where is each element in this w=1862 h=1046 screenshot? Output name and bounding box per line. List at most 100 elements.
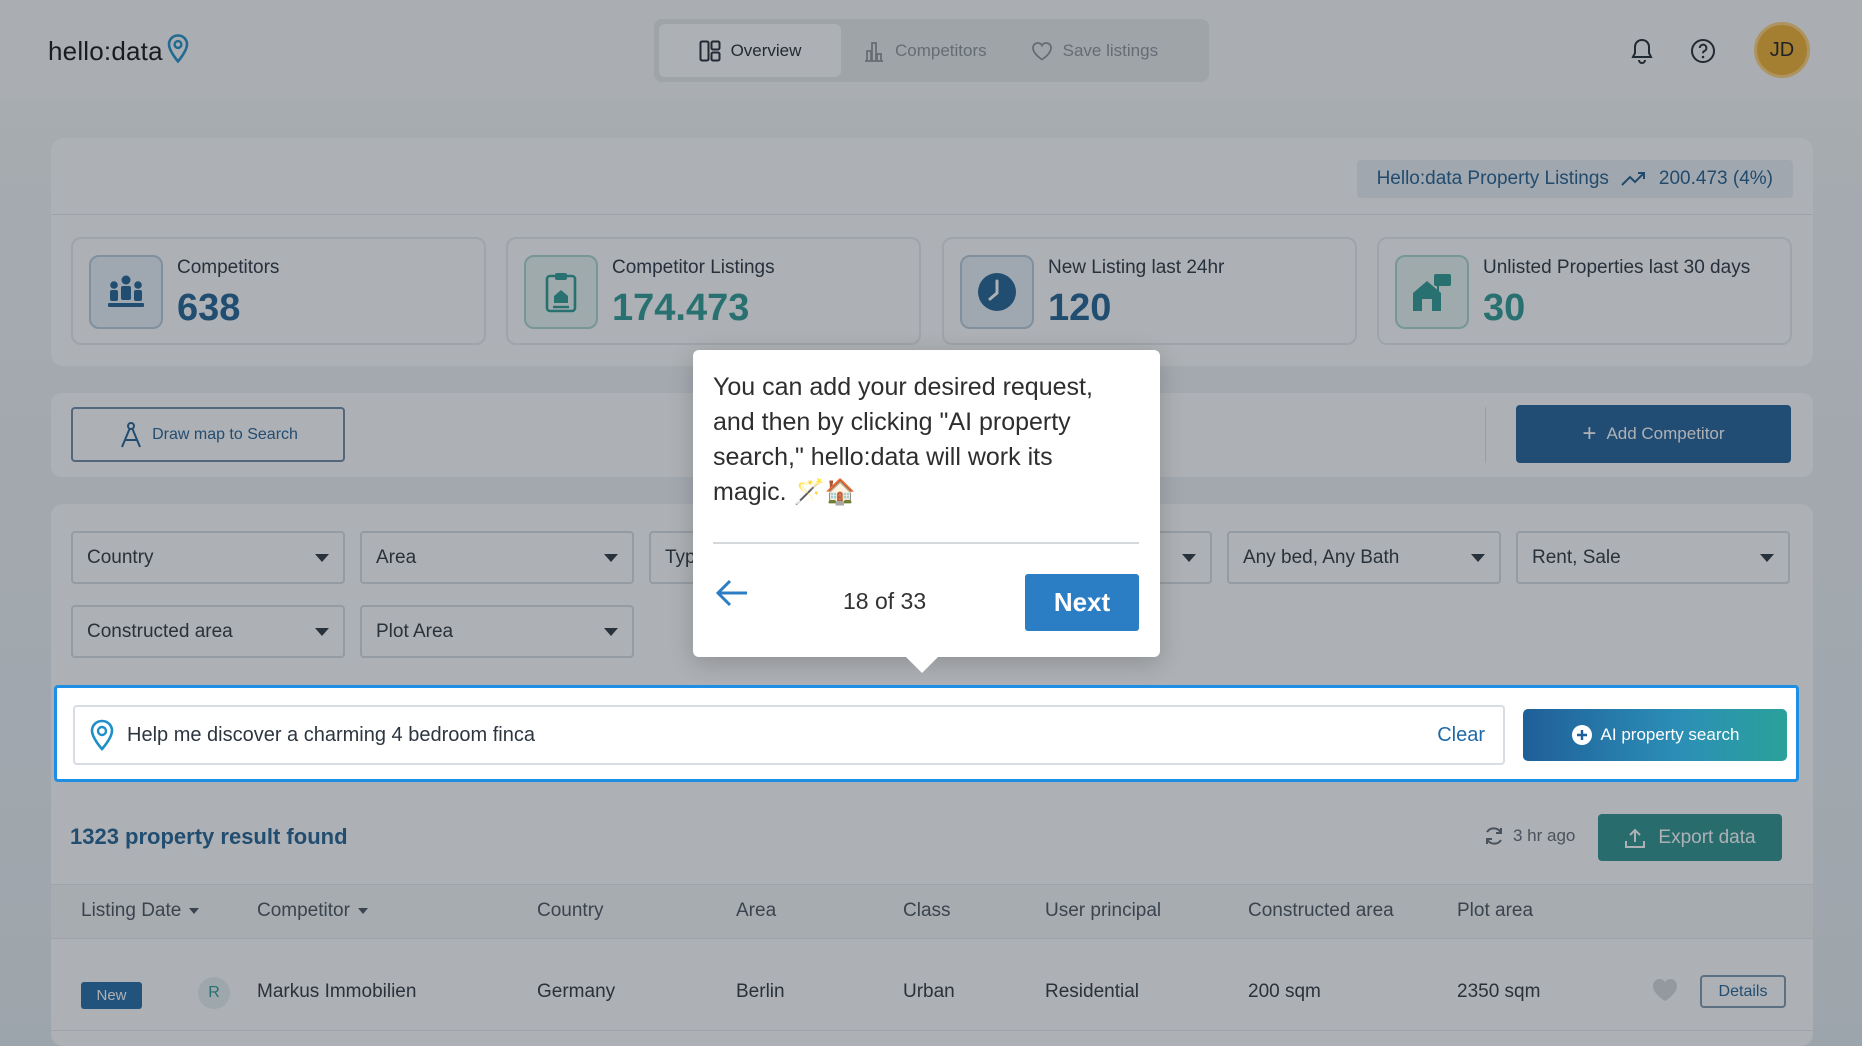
- logo-text: hello:data: [48, 36, 163, 66]
- back-arrow-icon[interactable]: [715, 578, 749, 608]
- area-dropdown[interactable]: Area: [360, 531, 634, 584]
- beds-baths-dropdown-value: Any bed, Any Bath: [1243, 546, 1400, 568]
- export-data-label: Export data: [1658, 826, 1756, 848]
- layout-icon: [699, 40, 721, 61]
- property-listings-value: 200.473 (4%): [1658, 168, 1773, 189]
- heart-icon: [1031, 41, 1052, 61]
- stat-value: 120: [1048, 287, 1112, 329]
- upload-icon: [1625, 828, 1646, 848]
- refresh-time: 3 hr ago: [1513, 826, 1576, 845]
- cell-class: Urban: [903, 981, 955, 1002]
- constructed-area-dropdown-value: Constructed area: [87, 620, 233, 642]
- country-dropdown[interactable]: Country: [71, 531, 345, 584]
- tab-competitors-label: Competitors: [895, 40, 987, 60]
- plus-icon: +: [1582, 420, 1597, 447]
- ai-property-search-label: AI property search: [1600, 725, 1740, 744]
- search-input[interactable]: [127, 723, 1327, 747]
- plot-area-dropdown[interactable]: Plot Area: [360, 605, 634, 658]
- column-user-principal: User principal: [1045, 900, 1161, 922]
- plot-area-dropdown-value: Plot Area: [376, 620, 454, 642]
- property-listings-summary: Hello:data Property Listings 200.473 (4%…: [1356, 160, 1793, 198]
- country-dropdown-value: Country: [87, 546, 154, 568]
- rent-sale-dropdown-value: Rent, Sale: [1532, 546, 1621, 568]
- cell-plot-area: 2350 sqm: [1457, 981, 1541, 1002]
- stat-label: Unlisted Properties last 30 days: [1483, 257, 1751, 278]
- cell-country: Germany: [537, 981, 616, 1002]
- column-label: Area: [736, 900, 777, 921]
- plus-circle-icon: [1571, 725, 1592, 745]
- stats-panel: Hello:data Property Listings 200.473 (4%…: [51, 138, 1813, 366]
- notification-bell-icon[interactable]: [1627, 36, 1657, 66]
- divider: [1485, 407, 1486, 463]
- export-data-button[interactable]: Export data: [1598, 814, 1782, 861]
- tour-message: You can add your desired request, and th…: [713, 373, 1093, 506]
- constructed-area-dropdown[interactable]: Constructed area: [71, 605, 345, 658]
- refresh-status[interactable]: 3 hr ago: [1483, 825, 1575, 847]
- tab-save-listings[interactable]: Save listings: [1009, 24, 1180, 77]
- compass-draw-icon: [121, 421, 142, 447]
- next-button[interactable]: Next: [1025, 574, 1139, 631]
- type-dropdown-value: Typ: [665, 546, 696, 568]
- stat-card-competitor-listings: Competitor Listings 174.473: [506, 237, 921, 345]
- house-sign-icon: [1395, 255, 1469, 329]
- location-pin-icon: [90, 719, 114, 751]
- details-button[interactable]: Details: [1700, 975, 1786, 1008]
- sort-caret-icon: [357, 908, 368, 914]
- column-constructed-area: Constructed area: [1248, 900, 1394, 922]
- beds-baths-dropdown[interactable]: Any bed, Any Bath: [1227, 531, 1501, 584]
- column-label: Listing Date: [81, 900, 182, 921]
- tab-competitors[interactable]: Competitors: [841, 24, 1009, 77]
- rent-sale-dropdown[interactable]: Rent, Sale: [1516, 531, 1790, 584]
- stat-value: 638: [177, 287, 241, 329]
- table-row[interactable]: New R Markus Immobilien Germany Berlin U…: [51, 955, 1813, 1031]
- sort-caret-icon: [189, 908, 200, 914]
- cell-area: Berlin: [736, 981, 785, 1002]
- refresh-icon: [1486, 827, 1502, 845]
- caret-down-icon: [604, 628, 618, 636]
- ai-property-search-button[interactable]: AI property search: [1523, 709, 1787, 761]
- column-area: Area: [736, 900, 776, 922]
- logo[interactable]: hello:data: [48, 33, 189, 67]
- search-input-wrapper[interactable]: Clear: [73, 705, 1505, 765]
- column-label: Plot area: [1457, 900, 1534, 921]
- top-navigation-bar: hello:data Overview Competitors Save lis…: [0, 0, 1862, 100]
- column-listing-date[interactable]: Listing Date: [81, 900, 200, 922]
- user-avatar[interactable]: JD: [1754, 22, 1810, 78]
- ai-search-section: Clear AI property search: [54, 685, 1799, 782]
- caret-down-icon: [1182, 554, 1196, 562]
- stat-label: New Listing last 24hr: [1048, 257, 1225, 278]
- add-competitor-label: Add Competitor: [1606, 424, 1725, 443]
- add-competitor-button[interactable]: + Add Competitor: [1516, 405, 1791, 463]
- caret-down-icon: [315, 554, 329, 562]
- main-tabs: Overview Competitors Save listings: [654, 19, 1209, 82]
- help-icon[interactable]: [1688, 36, 1718, 66]
- draw-map-button[interactable]: Draw map to Search: [71, 407, 345, 462]
- clear-button[interactable]: Clear: [1437, 724, 1485, 747]
- draw-map-label: Draw map to Search: [152, 425, 298, 443]
- favorite-heart-icon[interactable]: [1651, 977, 1679, 1003]
- people-icon: [89, 255, 163, 329]
- caret-down-icon: [1471, 554, 1485, 562]
- location-pin-icon: [167, 33, 189, 63]
- new-badge: New: [81, 982, 142, 1009]
- caret-down-icon: [315, 628, 329, 636]
- stat-value: 174.473: [612, 287, 750, 329]
- caret-down-icon: [1760, 554, 1774, 562]
- property-listings-label: Hello:data Property Listings: [1376, 168, 1609, 189]
- column-label: Constructed area: [1248, 900, 1394, 921]
- divider: [713, 542, 1139, 544]
- trending-up-icon: [1621, 172, 1645, 186]
- stat-card-new-listing: New Listing last 24hr 120: [942, 237, 1357, 345]
- column-label: Competitor: [257, 900, 350, 921]
- tab-overview[interactable]: Overview: [659, 24, 841, 77]
- stat-card-competitors: Competitors 638: [71, 237, 486, 345]
- clock-icon: [960, 255, 1034, 329]
- column-competitor[interactable]: Competitor: [257, 900, 368, 922]
- column-class: Class: [903, 900, 951, 922]
- stat-value: 30: [1483, 287, 1526, 329]
- cell-user-principal: Residential: [1045, 981, 1139, 1002]
- tour-step-counter: 18 of 33: [843, 588, 927, 614]
- divider: [51, 214, 1813, 215]
- area-dropdown-value: Area: [376, 546, 417, 568]
- cell-competitor: Markus Immobilien: [257, 981, 417, 1002]
